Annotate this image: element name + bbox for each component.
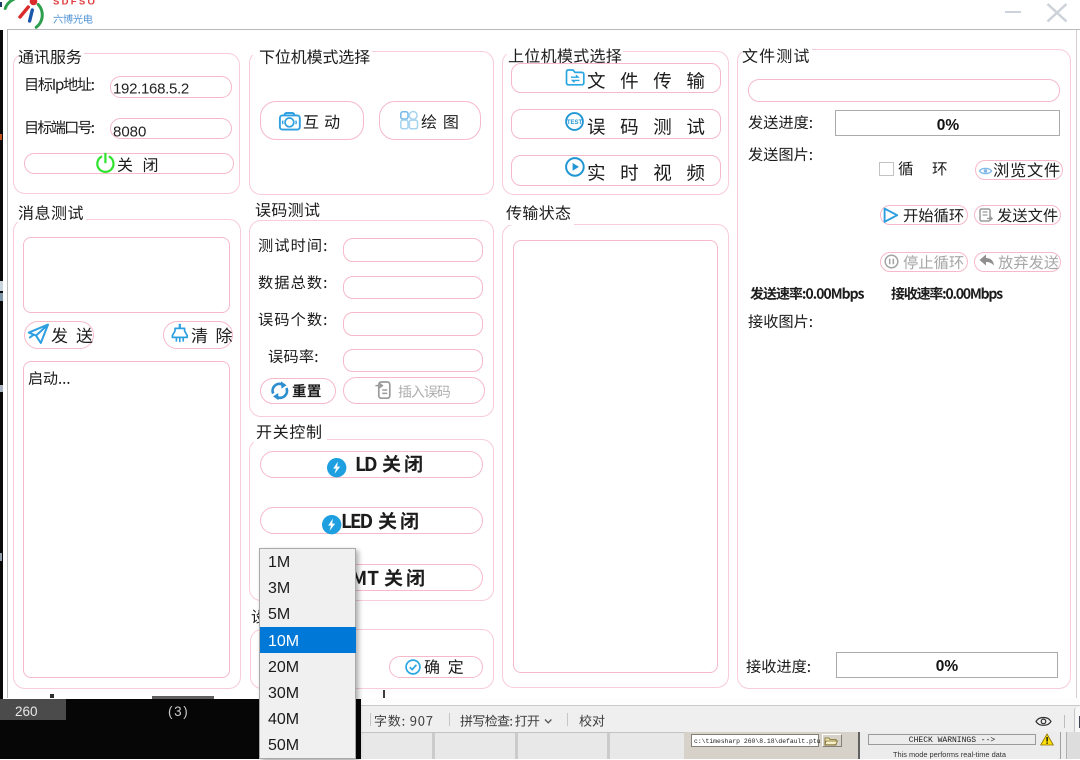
svg-text:30M: 30M xyxy=(268,685,299,702)
svg-text:3M: 3M xyxy=(268,580,290,597)
svg-text:(3): (3) xyxy=(168,703,189,718)
svg-text:c:\timesharp 260\8.18\default.: c:\timesharp 260\8.18\default.ptu xyxy=(694,738,821,745)
svg-text:TEST: TEST xyxy=(567,120,583,126)
svg-text:CHECK WARNINGS -->: CHECK WARNINGS --> xyxy=(909,736,996,745)
svg-text:0%: 0% xyxy=(937,117,960,134)
svg-text:1M: 1M xyxy=(268,554,290,571)
svg-text:SDFSO: SDFSO xyxy=(53,0,97,7)
svg-text:260: 260 xyxy=(15,703,38,718)
svg-text:20M: 20M xyxy=(268,659,299,676)
svg-text:This mode performs real-time d: This mode performs real-time data xyxy=(893,751,1007,760)
svg-text:192.168.5.2: 192.168.5.2 xyxy=(113,80,189,97)
svg-text:50M: 50M xyxy=(268,737,299,754)
svg-text:8080: 8080 xyxy=(113,123,146,140)
svg-text:10M: 10M xyxy=(268,633,299,650)
svg-text:5M: 5M xyxy=(268,606,290,623)
svg-text:0%: 0% xyxy=(936,658,959,675)
svg-text:40M: 40M xyxy=(268,711,299,728)
